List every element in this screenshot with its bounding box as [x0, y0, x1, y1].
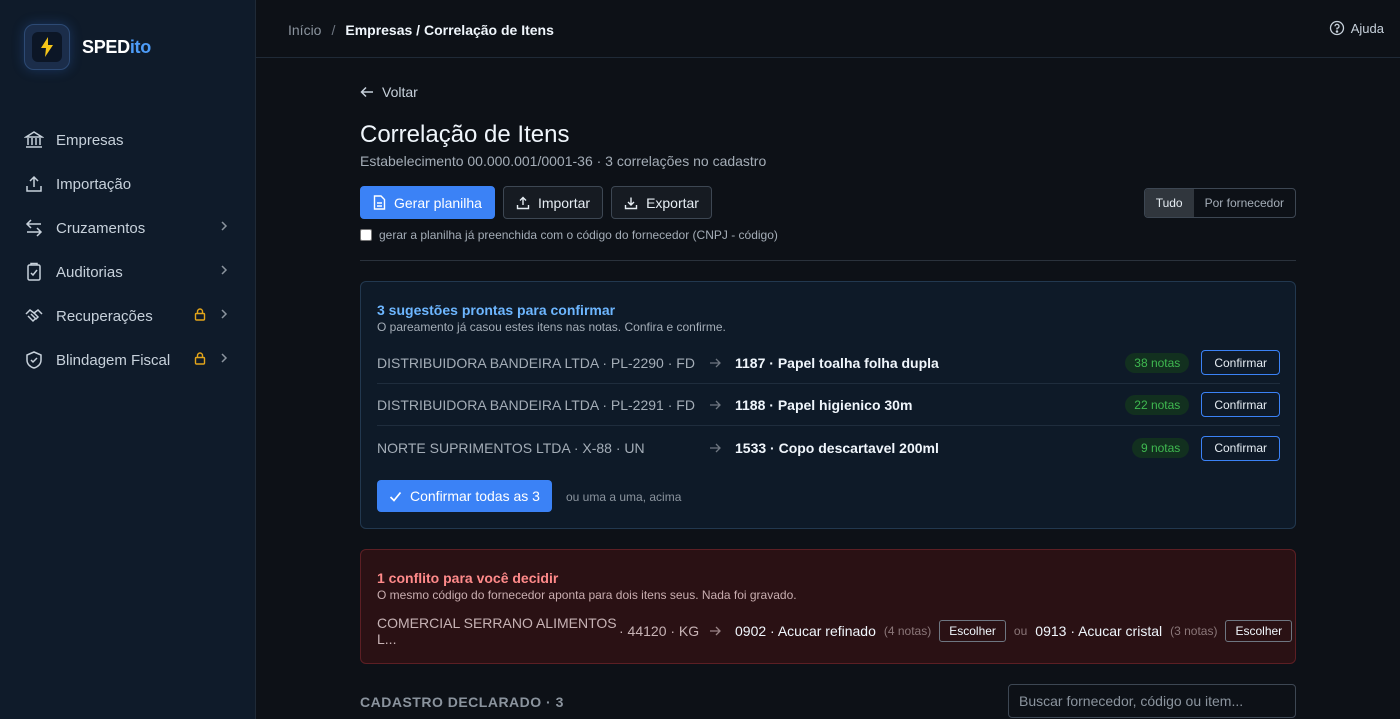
suggestion-row: NORTE SUPRIMENTOS LTDA · X-88 · UN 1533 … — [377, 427, 1280, 469]
conflict-title: 1 conflito para você decidir — [377, 570, 559, 586]
sidebar-item-recuperacoes[interactable]: Recuperações — [0, 294, 256, 338]
bank-icon — [24, 131, 44, 148]
confirm-all-button[interactable]: Confirmar todas as 3 — [377, 480, 552, 512]
suggestion-source: NORTE SUPRIMENTOS LTDA · X-88 · UN — [377, 440, 645, 456]
confirm-button[interactable]: Confirmar — [1201, 392, 1280, 417]
export-button[interactable]: Exportar — [611, 186, 712, 219]
bolt-icon — [41, 37, 53, 57]
confirm-button[interactable]: Confirmar — [1201, 350, 1280, 375]
conflict-row: COMERCIAL SERRANO ALIMENTOS L... · 44120… — [377, 615, 1293, 647]
arrow-left-icon — [360, 86, 373, 98]
chevron-right-icon — [221, 309, 228, 319]
conflict-code: · 44120 · KG — [619, 622, 700, 639]
shield-icon — [26, 351, 42, 369]
chevron-right-icon — [221, 221, 228, 231]
page-title: Correlação de Itens — [360, 121, 570, 148]
sidebar-item-importacao[interactable]: Importação — [0, 162, 256, 206]
arrow-right-icon — [710, 626, 721, 635]
generate-spreadsheet-button[interactable]: Gerar planilha — [360, 186, 495, 219]
breadcrumb-current: Empresas / Correlação de Itens — [345, 22, 554, 38]
suggestion-source: DISTRIBUIDORA BANDEIRA LTDA · PL-2290 · … — [377, 354, 695, 371]
suggestion-target: 1533 · Copo descartavel 200ml — [735, 440, 939, 456]
prefill-option[interactable]: gerar a planilha já preenchida com o cód… — [360, 228, 778, 242]
choose-option-1-button[interactable]: Escolher — [939, 619, 1006, 642]
sidebar-item-label: Recuperações — [56, 307, 153, 325]
suggestion-row: DISTRIBUIDORA BANDEIRA LTDA · PL-2291 · … — [377, 384, 1280, 426]
toolbar: Gerar planilha Importar Exportar — [360, 186, 720, 219]
confirm-all-note: ou uma a uma, acima — [566, 490, 682, 504]
breadcrumb-home[interactable]: Início — [288, 22, 321, 38]
back-label: Voltar — [382, 84, 418, 100]
divider — [360, 260, 1296, 261]
notes-count-badge: 22 notas — [1125, 394, 1190, 415]
suggestions-panel: 3 sugestões prontas para confirmar O par… — [360, 281, 1296, 529]
file-icon — [373, 195, 386, 210]
suggestion-source: DISTRIBUIDORA BANDEIRA LTDA · PL-2291 · … — [377, 396, 695, 413]
sidebar-item-label: Blindagem Fiscal — [56, 351, 171, 369]
sidebar-item-label: Importação — [56, 175, 132, 193]
confirm-button[interactable]: Confirmar — [1201, 435, 1280, 461]
notes-count-badge: 38 notas — [1125, 352, 1190, 373]
chevron-right-icon — [221, 265, 228, 275]
help-label: Ajuda — [1350, 20, 1384, 36]
swap-icon — [25, 219, 43, 237]
conflict-option-2-count: (3 notas) — [1170, 623, 1218, 638]
conflict-source: COMERCIAL SERRANO ALIMENTOS L... — [377, 614, 617, 647]
breadcrumb-separator: / — [331, 22, 336, 38]
lock-icon — [194, 308, 206, 321]
choose-option-2-button[interactable]: Escolher — [1225, 619, 1293, 642]
clipboard-check-icon — [27, 262, 41, 281]
check-icon — [389, 491, 402, 502]
page-subtitle: Estabelecimento 00.000.001/0001-36 · 3 c… — [360, 153, 767, 169]
sidebar-item-label: Auditorias — [56, 263, 123, 281]
view-all-tab[interactable]: Tudo — [1144, 189, 1194, 217]
sidebar-nav: Empresas Importação Cruzamentos Auditori… — [0, 118, 256, 382]
help-circle-icon — [1329, 20, 1344, 36]
notes-count-badge: 9 notas — [1131, 438, 1190, 458]
view-toggle: Tudo Por fornecedor — [1143, 188, 1296, 218]
arrow-right-icon — [710, 400, 721, 409]
lock-icon — [194, 352, 206, 365]
cadastro-label: CADASTRO DECLARADO · 3 — [360, 694, 564, 710]
download-icon — [624, 197, 638, 209]
upload-icon — [26, 175, 42, 192]
suggestions-title: 3 sugestões prontas para confirmar — [377, 302, 616, 318]
suggestions-subtitle: O pareamento já casou estes itens nas no… — [377, 320, 726, 334]
breadcrumb: Início / Empresas / Correlação de Itens — [288, 22, 554, 38]
sidebar-item-blindagem-fiscal[interactable]: Blindagem Fiscal — [0, 338, 256, 382]
upload-icon — [516, 196, 530, 209]
sidebar-item-cruzamentos[interactable]: Cruzamentos — [0, 206, 256, 250]
sidebar-item-label: Empresas — [56, 131, 124, 149]
logo-badge — [24, 24, 70, 70]
conflict-option-1-count: (4 notas) — [883, 623, 932, 638]
conflict-subtitle: O mesmo código do fornecedor aponta para… — [377, 588, 797, 602]
sidebar-item-label: Cruzamentos — [56, 219, 146, 237]
conflict-option-2: 0913 · Acucar cristal — [1035, 622, 1163, 639]
suggestion-row: DISTRIBUIDORA BANDEIRA LTDA · PL-2290 · … — [377, 342, 1280, 384]
sidebar: SPEDito Empresas Importação Cruzamentos … — [0, 0, 256, 719]
app-logo[interactable]: SPEDito — [24, 24, 151, 70]
import-button[interactable]: Importar — [502, 186, 604, 219]
sidebar-item-auditorias[interactable]: Auditorias — [0, 250, 256, 294]
help-link[interactable]: Ajuda — [1329, 20, 1384, 36]
prefill-checkbox[interactable] — [360, 229, 372, 241]
chevron-right-icon — [221, 353, 228, 363]
conflict-or: ou — [1013, 623, 1028, 638]
sidebar-item-empresas[interactable]: Empresas — [0, 118, 256, 162]
suggestion-target: 1187 · Papel toalha folha dupla — [735, 354, 939, 371]
arrow-right-icon — [710, 358, 721, 367]
back-link[interactable]: Voltar — [360, 84, 418, 100]
search-input[interactable] — [1008, 684, 1296, 718]
conflict-option-1: 0902 · Acucar refinado — [735, 622, 876, 639]
prefill-label: gerar a planilha já preenchida com o cód… — [379, 228, 778, 242]
view-supplier-tab[interactable]: Por fornecedor — [1194, 189, 1295, 217]
handshake-icon — [25, 309, 43, 323]
app-name: SPEDito — [82, 36, 151, 57]
suggestion-target: 1188 · Papel higienico 30m — [735, 396, 913, 413]
arrow-right-icon — [710, 443, 721, 453]
conflict-panel: 1 conflito para você decidir O mesmo cód… — [360, 549, 1296, 664]
topbar: Início / Empresas / Correlação de Itens … — [256, 0, 1400, 58]
